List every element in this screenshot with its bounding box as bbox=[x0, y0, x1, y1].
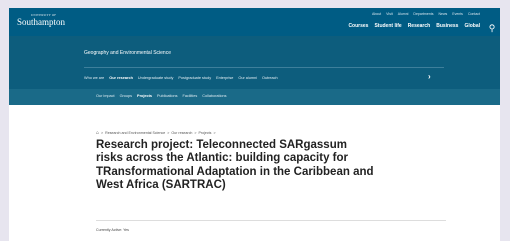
logo-name: Southampton bbox=[17, 17, 66, 27]
home-icon[interactable]: ⌂ bbox=[96, 130, 99, 136]
subnav-facilities[interactable]: Facilities bbox=[183, 94, 198, 98]
utility-link-news[interactable]: News bbox=[438, 12, 447, 16]
subnav-groups[interactable]: Groups bbox=[120, 94, 132, 98]
main-nav-business[interactable]: Business bbox=[436, 23, 458, 29]
subnav-publications[interactable]: Publications bbox=[157, 94, 177, 98]
breadcrumb-separator: > bbox=[213, 131, 216, 135]
dept-nav-postgraduate[interactable]: Postgraduate study bbox=[178, 76, 211, 80]
department-header: Geography and Environmental Science Who … bbox=[9, 36, 500, 89]
search-icon[interactable]: ⚲ bbox=[486, 22, 498, 34]
breadcrumb-separator: > bbox=[167, 131, 170, 135]
dept-nav-our-research[interactable]: Our research bbox=[109, 76, 133, 80]
dept-nav-enterprise[interactable]: Enterprise bbox=[216, 76, 233, 80]
subnav-our-impact[interactable]: Our impact bbox=[96, 94, 115, 98]
breadcrumb-item[interactable]: Research and Environmental Science bbox=[105, 131, 165, 135]
project-status: Currently Active: Yes bbox=[96, 228, 129, 232]
utility-link-visit[interactable]: Visit bbox=[386, 12, 393, 16]
department-divider bbox=[84, 67, 444, 68]
subnav-collaborations[interactable]: Collaborations bbox=[202, 94, 226, 98]
utility-link-contact[interactable]: Contact bbox=[468, 12, 480, 16]
dept-nav-outreach[interactable]: Outreach bbox=[262, 76, 278, 80]
breadcrumb-separator: > bbox=[194, 131, 197, 135]
breadcrumb-separator: > bbox=[101, 131, 104, 135]
breadcrumb: ⌂ > Research and Environmental Science >… bbox=[96, 130, 216, 136]
dept-nav-our-alumni[interactable]: Our alumni bbox=[238, 76, 257, 80]
browser-viewport: UNIVERSITY OF Southampton About Visit Al… bbox=[9, 8, 500, 241]
research-subnav-bar: Our impact Groups Projects Publications … bbox=[9, 89, 500, 105]
utility-nav: About Visit Alumni Departments News Even… bbox=[372, 12, 480, 16]
utility-link-alumni[interactable]: Alumni bbox=[398, 12, 409, 16]
department-title[interactable]: Geography and Environmental Science bbox=[84, 50, 171, 56]
university-logo[interactable]: UNIVERSITY OF Southampton bbox=[17, 13, 65, 27]
research-subnav: Our impact Groups Projects Publications … bbox=[96, 94, 227, 98]
department-nav: Who we are Our research Undergraduate st… bbox=[84, 76, 278, 80]
title-divider bbox=[96, 220, 446, 221]
utility-link-departments[interactable]: Departments bbox=[413, 12, 433, 16]
dept-nav-undergraduate[interactable]: Undergraduate study bbox=[138, 76, 173, 80]
main-nav: Courses Student life Research Business G… bbox=[348, 23, 480, 29]
utility-link-events[interactable]: Events bbox=[452, 12, 463, 16]
breadcrumb-item[interactable]: Our research bbox=[171, 131, 192, 135]
subnav-projects[interactable]: Projects bbox=[137, 94, 152, 98]
main-nav-student-life[interactable]: Student life bbox=[374, 23, 401, 29]
dept-nav-who-we-are[interactable]: Who we are bbox=[84, 76, 104, 80]
page-title: Research project: Teleconnected SARgassu… bbox=[96, 139, 374, 191]
logo-small-text: UNIVERSITY OF bbox=[31, 13, 57, 17]
global-header: UNIVERSITY OF Southampton About Visit Al… bbox=[9, 8, 500, 36]
utility-link-about[interactable]: About bbox=[372, 12, 381, 16]
breadcrumb-item[interactable]: Projects bbox=[198, 131, 211, 135]
main-nav-global[interactable]: Global bbox=[464, 23, 480, 29]
main-nav-research[interactable]: Research bbox=[408, 23, 431, 29]
main-nav-courses[interactable]: Courses bbox=[348, 23, 368, 29]
chevron-right-icon[interactable]: › bbox=[428, 72, 431, 81]
